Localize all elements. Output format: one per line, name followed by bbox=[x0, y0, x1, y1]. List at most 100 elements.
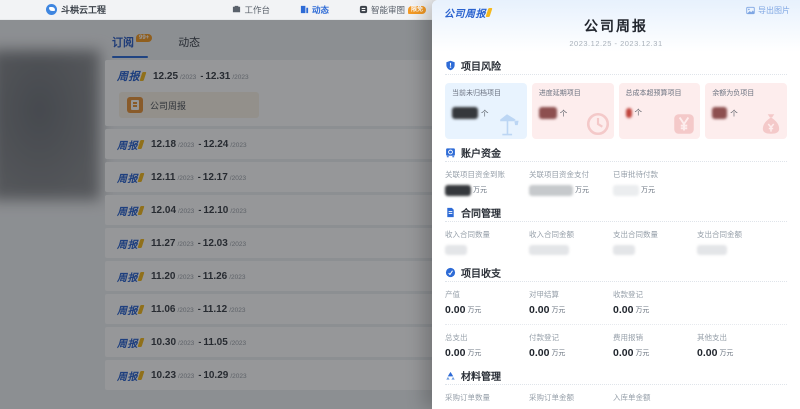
metric-unit: 万元 bbox=[551, 348, 565, 358]
redacted-value bbox=[529, 245, 569, 255]
metric-field: 关联项目资金支付万元 bbox=[529, 169, 613, 196]
section-title: 项目收支 bbox=[461, 265, 501, 280]
risk-card-value: 个 bbox=[712, 107, 780, 119]
redacted-value bbox=[445, 185, 471, 196]
app-screen: 斗栱云工程 工作台 动态 智能审图 限免 订阅 99+ bbox=[0, 0, 800, 409]
nav-label: 动态 bbox=[312, 4, 329, 16]
field-label: 支出合同数量 bbox=[613, 229, 697, 240]
feed-page: 订阅 99+ 动态 周报 12.25/2023 - 12.31/2023 bbox=[0, 20, 432, 409]
metric-field: 产值0.00万元 bbox=[445, 289, 529, 316]
metric-unit: 万元 bbox=[635, 305, 649, 315]
nav-item-smart-review[interactable]: 智能审图 限免 bbox=[359, 4, 426, 16]
metric-field: 付款登记 0.00万元 bbox=[529, 332, 613, 359]
metric-field: 关联项目资金到账万元 bbox=[445, 169, 529, 196]
metric-field: 对甲结算 0.00万元 bbox=[529, 289, 613, 316]
metric-field: 收入合同金额 bbox=[529, 229, 613, 256]
metric-unit: 个 bbox=[481, 108, 489, 119]
metric-unit: 个 bbox=[730, 108, 738, 119]
report-date-range: 2023.12.25 - 2023.12.31 bbox=[432, 39, 800, 48]
field-value: 万元 bbox=[445, 184, 529, 196]
metric-unit: 万元 bbox=[473, 185, 487, 195]
metric-number: 0.00 bbox=[445, 347, 465, 359]
field-label: 采购订单数量 bbox=[445, 392, 529, 403]
section-header-balance: 项目收支 bbox=[445, 264, 787, 282]
metric-number: 0.00 bbox=[529, 304, 549, 316]
balance-fields-row2: 总支出0.00万元付款登记0.00万元费用报销0.00万元其他支出0.00万元 bbox=[445, 332, 787, 359]
metric-unit: 个 bbox=[635, 107, 643, 118]
material-fields: 采购订单数量0个采购订单金额0.00万元入库单金额0.00万元 bbox=[445, 392, 787, 409]
export-image-label: 导出图片 bbox=[758, 5, 790, 16]
redacted-value bbox=[445, 245, 467, 255]
section-header-contract: 合同管理 bbox=[445, 204, 787, 222]
brand: 斗栱云工程 bbox=[46, 3, 106, 16]
redacted-value bbox=[613, 185, 639, 196]
metric-field: 总支出0.00万元 bbox=[445, 332, 529, 359]
section-title: 合同管理 bbox=[461, 205, 501, 220]
field-value bbox=[529, 244, 613, 256]
risk-card: 总成本超预算项目个 bbox=[619, 83, 701, 139]
balance-fields-row1: 产值0.00万元对甲结算0.00万元收款登记0.00万元 bbox=[445, 289, 787, 316]
redacted-value bbox=[613, 245, 635, 255]
nav-item-workbench[interactable]: 工作台 bbox=[232, 4, 270, 16]
metric-unit: 万元 bbox=[575, 185, 589, 195]
field-label: 收款登记 bbox=[613, 289, 649, 300]
risk-card: 进度延期项目个 bbox=[532, 83, 614, 139]
risk-card-value: 个 bbox=[452, 107, 520, 119]
section-title: 项目风险 bbox=[461, 58, 501, 73]
shield-icon bbox=[445, 60, 456, 71]
export-image-button[interactable]: 导出图片 bbox=[746, 5, 790, 16]
redacted-value bbox=[626, 108, 632, 118]
metric-number: 0.00 bbox=[529, 347, 549, 359]
field-label: 对甲结算 bbox=[529, 289, 613, 300]
contract-fields: 收入合同数量收入合同金额支出合同数量支出合同金额 bbox=[445, 229, 787, 256]
metric-number: 0.00 bbox=[613, 304, 633, 316]
field-label: 采购订单金额 bbox=[529, 392, 613, 403]
field-value: 0.00万元 bbox=[529, 347, 613, 359]
risk-card-label: 总成本超预算项目 bbox=[626, 88, 694, 98]
metric-unit: 万元 bbox=[719, 348, 733, 358]
app-logo-icon bbox=[46, 4, 57, 15]
field-label: 付款登记 bbox=[529, 332, 613, 343]
metric-field: 收入合同数量 bbox=[445, 229, 529, 256]
metric-field: 入库单金额0.00万元 bbox=[613, 392, 651, 409]
field-value bbox=[613, 244, 697, 256]
field-label: 费用报销 bbox=[613, 332, 697, 343]
weekly-report-stamp: 公司周报 bbox=[444, 5, 491, 20]
redacted-value bbox=[452, 107, 478, 119]
field-value: 0.00万元 bbox=[613, 304, 649, 316]
nav-item-feed[interactable]: 动态 bbox=[300, 4, 329, 16]
balance-icon bbox=[445, 267, 456, 278]
section-header-funds: 账户资金 bbox=[445, 144, 787, 162]
metric-field: 支出合同金额 bbox=[697, 229, 742, 256]
field-label: 已审批待付款 bbox=[613, 169, 658, 180]
field-label: 入库单金额 bbox=[613, 392, 651, 403]
risk-card-value: 个 bbox=[626, 107, 694, 118]
limited-free-badge: 限免 bbox=[408, 6, 426, 14]
metric-unit: 万元 bbox=[467, 348, 481, 358]
section-title: 材料管理 bbox=[461, 368, 501, 383]
field-value: 0.00万元 bbox=[529, 304, 613, 316]
field-label: 关联项目资金到账 bbox=[445, 169, 529, 180]
field-label: 收入合同数量 bbox=[445, 229, 529, 240]
dotted-divider bbox=[445, 324, 787, 325]
risk-card-value: 个 bbox=[539, 107, 607, 119]
section-header-material: 材料管理 bbox=[445, 367, 787, 385]
metric-number: 0.00 bbox=[697, 347, 717, 359]
field-label: 收入合同金额 bbox=[529, 229, 613, 240]
topbar: 斗栱云工程 工作台 动态 智能审图 限免 bbox=[0, 0, 432, 20]
metric-unit: 万元 bbox=[635, 348, 649, 358]
redacted-value bbox=[529, 185, 573, 196]
safe-icon bbox=[445, 147, 456, 158]
material-icon bbox=[445, 370, 456, 381]
drawer-backdrop[interactable] bbox=[0, 20, 432, 409]
metric-field: 收款登记 0.00万元 bbox=[613, 289, 649, 316]
risk-card-label: 当前未归档项目 bbox=[452, 88, 520, 98]
metric-field: 采购订单金额0.00万元 bbox=[529, 392, 613, 409]
metric-field: 其他支出 0.00万元 bbox=[697, 332, 733, 359]
field-label: 其他支出 bbox=[697, 332, 733, 343]
metric-field: 已审批待付款万元 bbox=[613, 169, 658, 196]
field-value: 0.00万元 bbox=[613, 347, 697, 359]
section-title: 账户资金 bbox=[461, 145, 501, 160]
nav-label: 智能审图 bbox=[371, 4, 405, 16]
metric-field: 费用报销 0.00万元 bbox=[613, 332, 697, 359]
